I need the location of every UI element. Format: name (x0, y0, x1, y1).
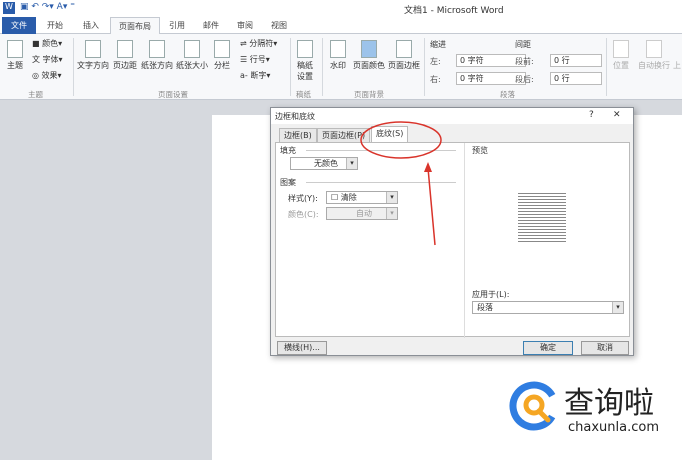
watermark-logo: 查询啦 chaxunla.com (508, 378, 678, 440)
highlight-ellipse (360, 121, 442, 159)
brand-text: 查询啦 (564, 386, 654, 421)
search-logo-icon (509, 381, 559, 431)
annotation-arrow (427, 167, 436, 246)
brand-url: chaxunla.com (568, 420, 659, 435)
arrow-head-icon (424, 162, 432, 172)
